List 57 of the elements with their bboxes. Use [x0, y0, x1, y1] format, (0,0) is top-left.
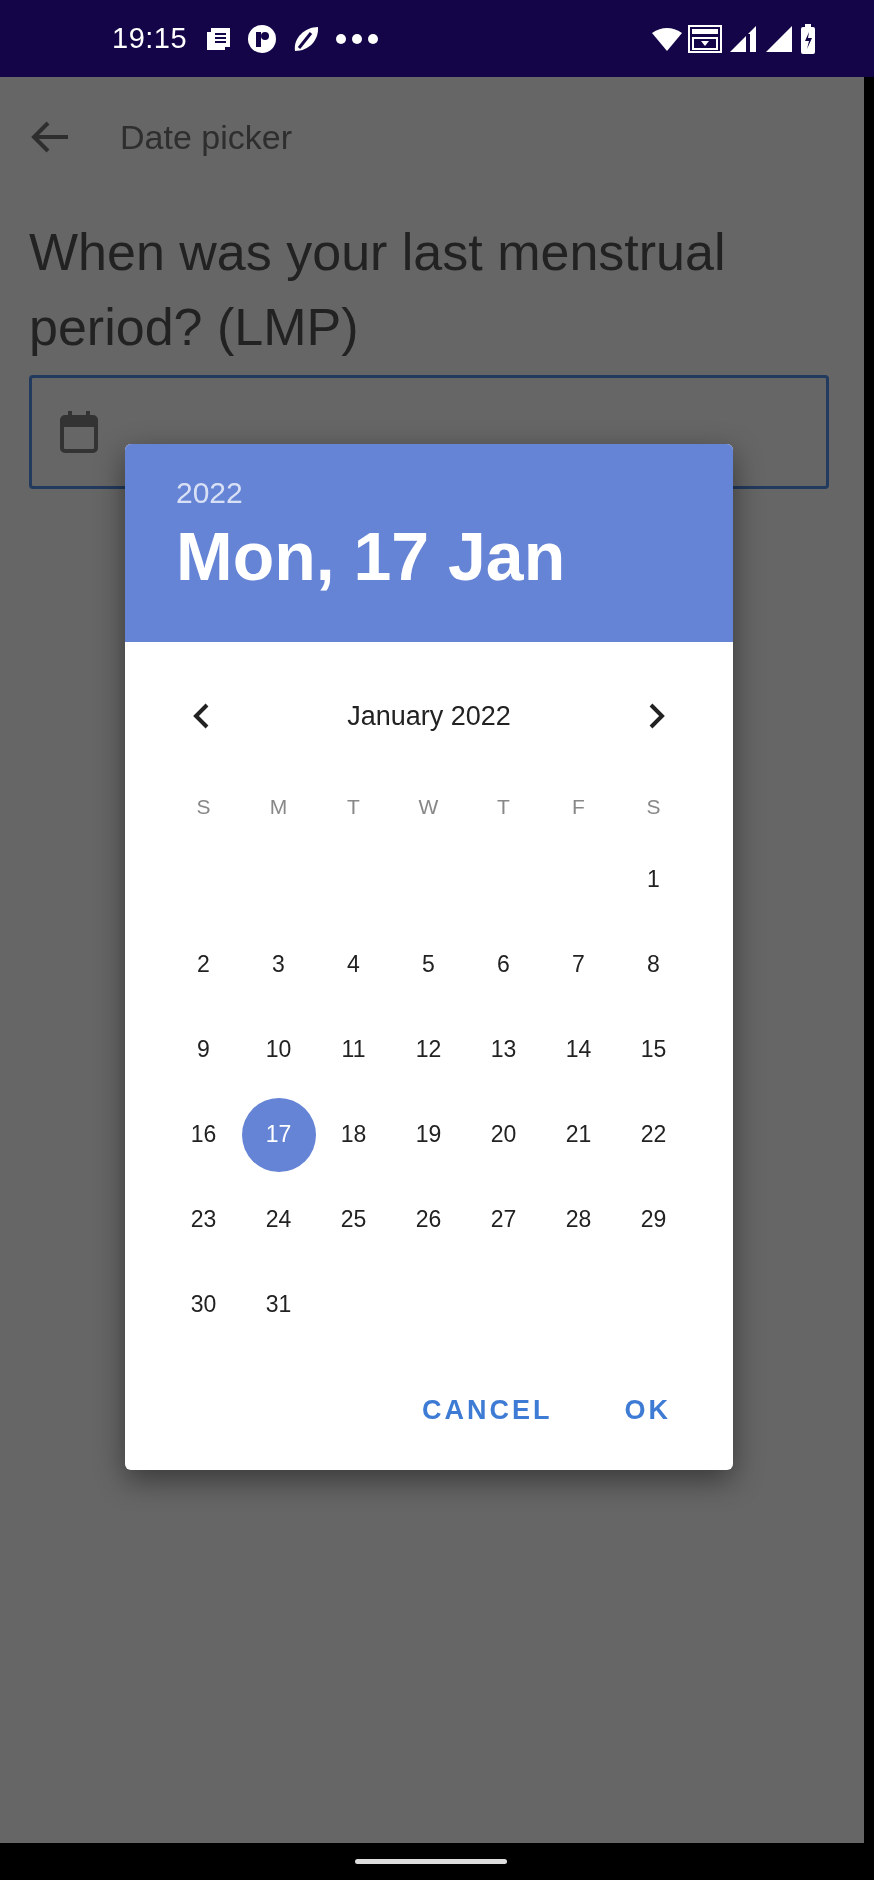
day-button[interactable]: 23: [166, 1182, 241, 1257]
day-button[interactable]: 3: [241, 927, 316, 1002]
day-button[interactable]: 2: [166, 927, 241, 1002]
circle-app-icon: [247, 23, 278, 54]
day-button[interactable]: 18: [316, 1097, 391, 1172]
day-button[interactable]: 21: [541, 1097, 616, 1172]
day-button[interactable]: 26: [391, 1182, 466, 1257]
month-title: January 2022: [347, 700, 511, 732]
home-handle[interactable]: [355, 1859, 507, 1864]
next-month-icon[interactable]: [647, 702, 667, 730]
day-button[interactable]: 22: [616, 1097, 691, 1172]
day-button[interactable]: 5: [391, 927, 466, 1002]
battery-icon: [800, 23, 816, 54]
day-button[interactable]: 9: [166, 1012, 241, 1087]
day-button[interactable]: 6: [466, 927, 541, 1002]
weekday-label: T: [497, 795, 510, 819]
day-button[interactable]: 1: [616, 842, 691, 917]
weekday-label: W: [418, 795, 439, 819]
dialog-button[interactable]: CANCEL: [400, 1381, 575, 1440]
back-arrow-icon[interactable]: [30, 120, 70, 154]
question-label: When was your last menstrual period? (LMP): [29, 222, 727, 358]
weekday-label: F: [572, 795, 585, 819]
weekday-label: T: [347, 795, 360, 819]
day-button[interactable]: 10: [241, 1012, 316, 1087]
day-button[interactable]: 8: [616, 927, 691, 1002]
weekday-label: S: [196, 795, 211, 819]
day-button[interactable]: 16: [166, 1097, 241, 1172]
day-button[interactable]: 17: [241, 1097, 316, 1172]
screen-title: Date picker: [120, 117, 292, 157]
day-button[interactable]: 25: [316, 1182, 391, 1257]
day-button[interactable]: 28: [541, 1182, 616, 1257]
day-button[interactable]: 30: [166, 1267, 241, 1342]
status-time: 19:15: [112, 22, 188, 55]
dialog-button[interactable]: OK: [602, 1381, 693, 1440]
day-button[interactable]: 7: [541, 927, 616, 1002]
day-button[interactable]: 11: [316, 1012, 391, 1087]
screen-icon: [688, 24, 722, 53]
day-button[interactable]: 24: [241, 1182, 316, 1257]
signal-icon: [764, 25, 794, 52]
day-button[interactable]: 14: [541, 1012, 616, 1087]
day-button[interactable]: 29: [616, 1182, 691, 1257]
selected-date: Mon, 17 Jan: [176, 517, 566, 596]
day-button[interactable]: 31: [241, 1267, 316, 1342]
day-button[interactable]: 20: [466, 1097, 541, 1172]
previous-month-icon[interactable]: [191, 702, 211, 730]
day-button[interactable]: 12: [391, 1012, 466, 1087]
day-button[interactable]: 13: [466, 1012, 541, 1087]
day-button[interactable]: 19: [391, 1097, 466, 1172]
day-button[interactable]: 15: [616, 1012, 691, 1087]
wifi-icon: [652, 26, 682, 51]
weekday-label: M: [269, 795, 288, 819]
signal-icon: [728, 25, 758, 52]
more-icon: [335, 32, 380, 45]
day-button[interactable]: 27: [466, 1182, 541, 1257]
weekday-label: S: [646, 795, 661, 819]
calendar-icon: [60, 411, 98, 453]
day-button[interactable]: 4: [316, 927, 391, 1002]
